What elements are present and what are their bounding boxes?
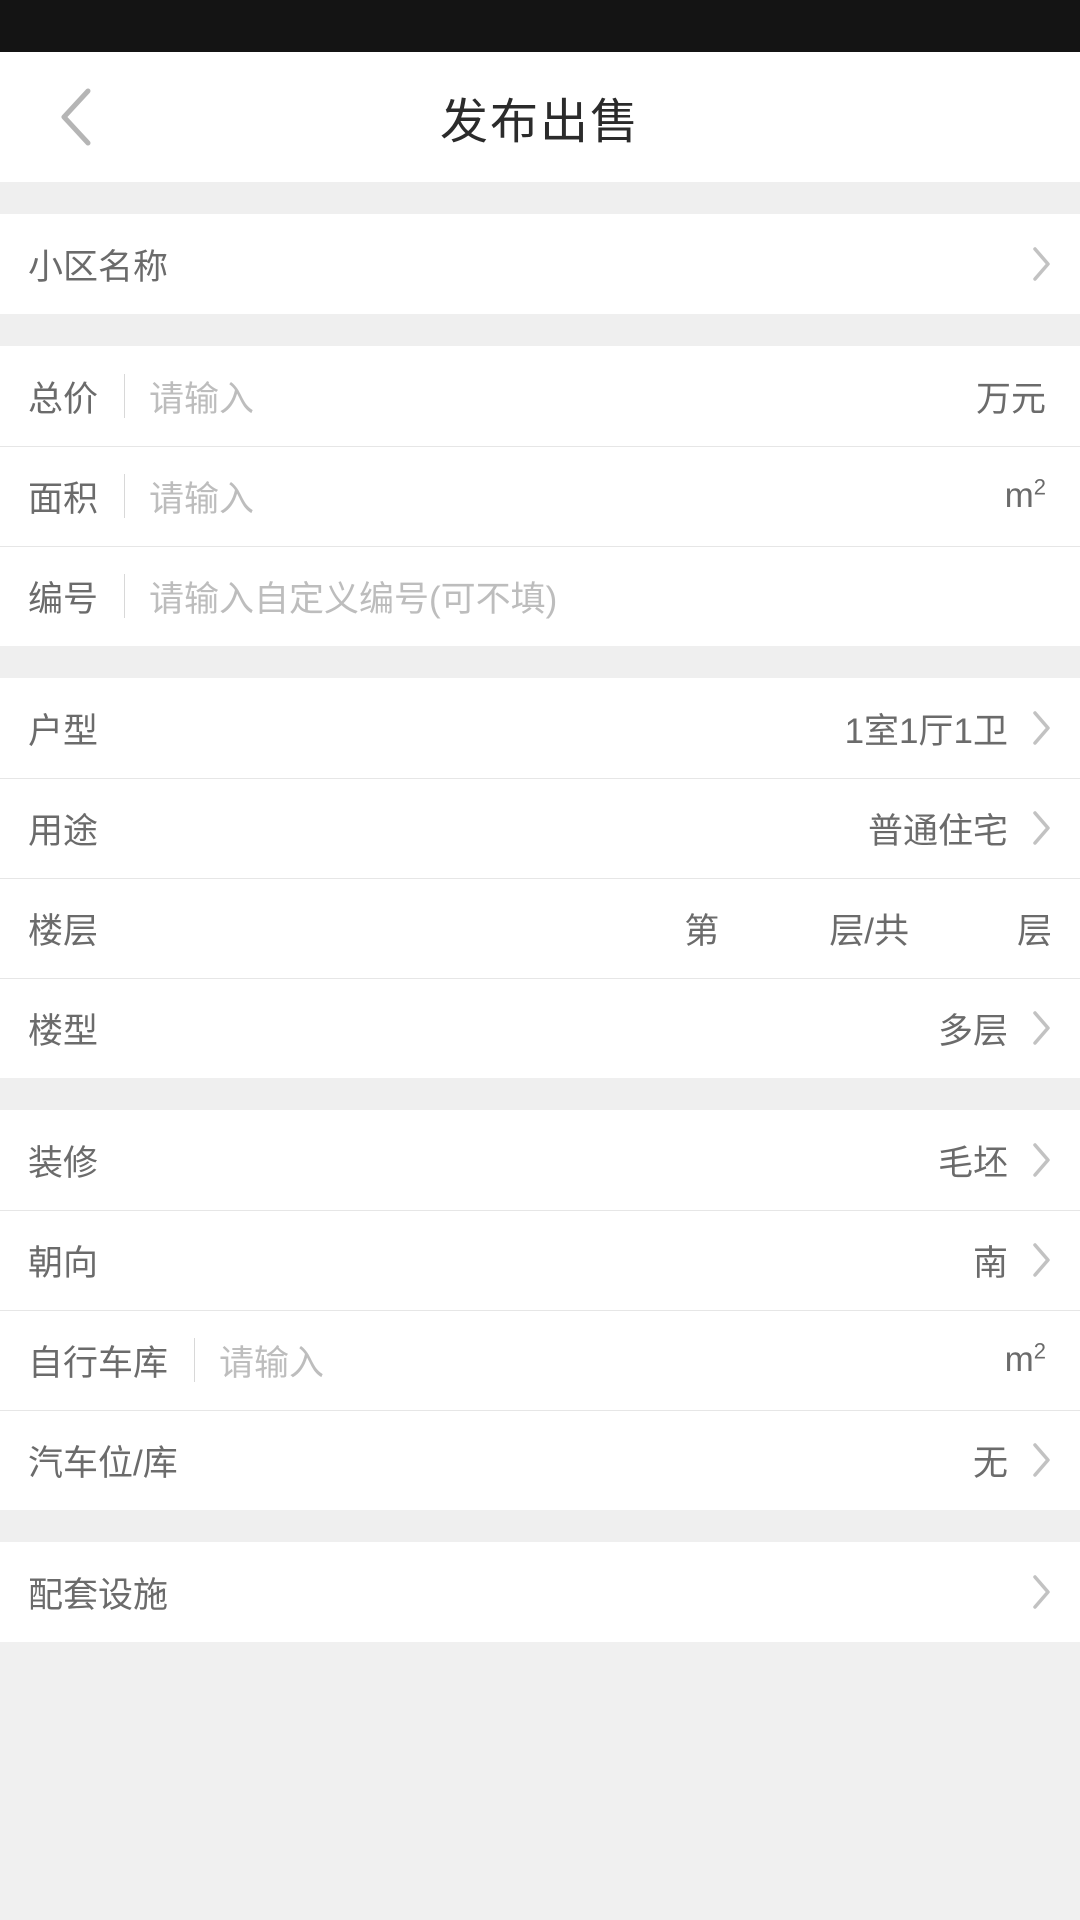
row-装修[interactable]: 装修 毛坯 (0, 1110, 1080, 1210)
chevron-right-icon (1033, 811, 1050, 845)
row-label: 朝向 (28, 1243, 99, 1283)
chevron-right-icon (1033, 1443, 1050, 1477)
floor-prefix-word: 第 (684, 911, 720, 951)
row-value: 南 (972, 1243, 1008, 1283)
row-value: 多层 (937, 1011, 1008, 1051)
row-value: 1室1厅1卫 (844, 711, 1008, 751)
status-bar (0, 0, 1080, 52)
input-自行车库[interactable]: 请输入 (219, 1335, 1005, 1386)
row-value: 普通住宅 (867, 811, 1008, 851)
section-gap (0, 182, 1080, 214)
label-divider (124, 374, 126, 418)
row-unit: 万元 (975, 379, 1046, 419)
row-label: 户型 (28, 711, 99, 751)
chevron-right-icon (1033, 1011, 1050, 1045)
row-总价[interactable]: 总价 请输入 万元 (0, 346, 1080, 446)
chevron-right-icon (1033, 247, 1050, 281)
row-label: 自行车库 (28, 1343, 169, 1383)
row-汽车位-库[interactable]: 汽车位/库 无 (0, 1410, 1080, 1510)
row-label: 楼型 (28, 1011, 99, 1051)
row-unit: m2 (1004, 474, 1046, 515)
row-户型[interactable]: 户型 1室1厅1卫 (0, 678, 1080, 778)
row-楼型[interactable]: 楼型 多层 (0, 978, 1080, 1078)
chevron-right-icon (1033, 1143, 1050, 1177)
section-community: 小区名称 (0, 214, 1080, 314)
row-value: 毛坯 (937, 1143, 1008, 1183)
row-label: 用途 (28, 811, 99, 851)
chevron-right-icon (1033, 1243, 1050, 1277)
back-button[interactable] (0, 52, 150, 182)
row-自行车库[interactable]: 自行车库 请输入 m2 (0, 1310, 1080, 1410)
row-label: 面积 (28, 479, 99, 519)
label-divider (124, 474, 126, 518)
row-unit: m2 (1004, 1338, 1046, 1379)
row-label: 楼层 (28, 911, 99, 951)
row-label: 汽车位/库 (28, 1443, 178, 1483)
row-朝向[interactable]: 朝向 南 (0, 1210, 1080, 1310)
input-编号[interactable]: 请输入自定义编号(可不填) (149, 571, 1052, 622)
input-value: 请输入 (149, 379, 255, 419)
input-value: 请输入 (149, 479, 255, 519)
section-gap (0, 646, 1080, 678)
row-编号[interactable]: 编号 请输入自定义编号(可不填) (0, 546, 1080, 646)
row-面积[interactable]: 面积 请输入 m2 (0, 446, 1080, 546)
app-screen: 发布出售 小区名称 总价 请输入 万元 面积 请输入 m2 编号 请输入自定义编号(可不填) 户型… (0, 0, 1080, 1920)
row-小区名称[interactable]: 小区名称 (0, 214, 1080, 314)
section-gap (0, 1078, 1080, 1110)
input-面积[interactable]: 请输入 (149, 471, 1005, 522)
floor-group: 第 层/共 层 (684, 903, 1052, 954)
floor-suffix-word: 层 (1016, 911, 1052, 951)
label-divider (124, 574, 126, 618)
section-gap (0, 1510, 1080, 1542)
row-用途[interactable]: 用途 普通住宅 (0, 778, 1080, 878)
input-value: 请输入 (219, 1343, 325, 1383)
floor-number-input[interactable] (719, 903, 829, 953)
row-楼层: 楼层 第 层/共 层 (0, 878, 1080, 978)
row-label: 小区名称 (28, 247, 169, 287)
section-basics: 总价 请输入 万元 面积 请输入 m2 编号 请输入自定义编号(可不填) (0, 346, 1080, 646)
label-divider (194, 1338, 196, 1382)
row-label: 总价 (28, 379, 99, 419)
floor-middle-word: 层/共 (829, 911, 909, 951)
section-layout: 户型 1室1厅1卫用途 普通住宅楼层 第 层/共 层楼型 多层 (0, 678, 1080, 1078)
row-配套设施[interactable]: 配套设施 (0, 1542, 1080, 1642)
section-gap (0, 314, 1080, 346)
section-facilities: 配套设施 (0, 1542, 1080, 1642)
row-value: 无 (972, 1443, 1008, 1483)
page-title: 发布出售 (439, 96, 640, 149)
chevron-left-icon (61, 88, 91, 146)
input-总价[interactable]: 请输入 (149, 371, 976, 422)
form-body: 小区名称 总价 请输入 万元 面积 请输入 m2 编号 请输入自定义编号(可不填) 户型 1室1厅1… (0, 182, 1080, 1642)
section-details: 装修 毛坯朝向 南自行车库 请输入 m2 汽车位/库 无 (0, 1110, 1080, 1510)
row-label: 装修 (28, 1143, 99, 1183)
nav-header: 发布出售 (0, 52, 1080, 182)
chevron-right-icon (1033, 711, 1050, 745)
chevron-right-icon (1033, 1575, 1050, 1609)
row-label: 配套设施 (28, 1575, 169, 1615)
total-floors-input[interactable] (909, 903, 1017, 953)
row-label: 编号 (28, 579, 99, 619)
input-value: 请输入自定义编号(可不填) (149, 579, 558, 619)
